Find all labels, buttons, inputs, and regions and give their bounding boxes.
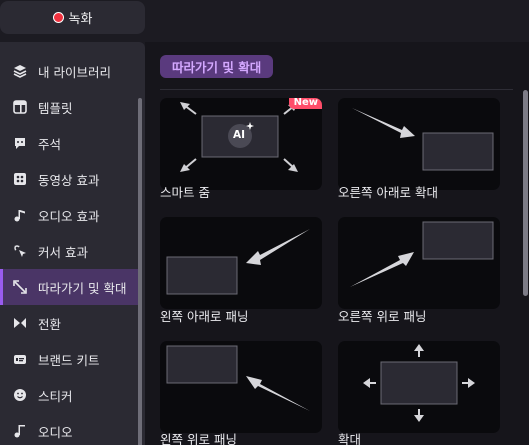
card-label: 확대 (338, 432, 362, 445)
zoom-in-preview (363, 344, 475, 422)
brand-kit-icon (12, 351, 28, 367)
card-label: 오른쪽 위로 패닝 (338, 309, 427, 324)
sidebar-item-templates[interactable]: 템플릿 (0, 89, 140, 125)
pan-bottom-left-preview (166, 229, 310, 295)
sidebar-item-label: 오디오 효과 (38, 208, 100, 224)
zoom-pan-icon (12, 279, 28, 295)
section-title: 따라가기 및 확대 (160, 55, 274, 78)
effect-card-zoom-in[interactable] (338, 341, 500, 433)
sidebar-item-video-effects[interactable]: 동영상 효과 (0, 161, 140, 197)
sidebar-item-cursor-effects[interactable]: 커서 효과 (0, 233, 140, 269)
smart-zoom-preview (180, 102, 298, 172)
sidebar-item-brand-kit[interactable]: 브랜드 키트 (0, 341, 140, 377)
sidebar-item-label: 스티커 (38, 388, 73, 404)
card-label: 스마트 줌 (160, 185, 210, 200)
sidebar-item-label: 주석 (38, 136, 62, 152)
template-icon (12, 99, 28, 115)
sidebar-item-transitions[interactable]: 전환 (0, 305, 140, 341)
zoom-bottom-right-preview (352, 108, 494, 171)
record-label: 녹화 (68, 12, 93, 27)
layers-icon (12, 63, 28, 79)
sidebar-item-label: 내 라이브러리 (38, 64, 111, 80)
section-divider (160, 89, 513, 90)
video-effect-icon (12, 171, 28, 187)
sidebar-item-audio-effects[interactable]: 오디오 효과 (0, 197, 140, 233)
sidebar-item-label: 브랜드 키트 (38, 352, 100, 368)
sidebar-item-label: 템플릿 (38, 100, 73, 116)
cursor-effect-icon (12, 243, 28, 259)
card-label: 왼쪽 위로 패닝 (160, 432, 237, 445)
sidebar-item-label: 오디오 (38, 424, 73, 440)
sidebar-item-label: 동영상 효과 (38, 172, 100, 188)
sidebar-item-audio[interactable]: 오디오 (0, 413, 140, 445)
card-label: 왼쪽 아래로 패닝 (160, 309, 249, 324)
panel-scrollbar[interactable] (523, 90, 528, 296)
record-button[interactable]: 녹화 (0, 1, 145, 34)
sidebar-item-label: 전환 (38, 316, 62, 332)
annotation-icon (12, 135, 28, 151)
music-note-icon (12, 207, 28, 223)
effect-card-pan-bottom-left[interactable] (160, 217, 322, 309)
pan-top-left-preview (166, 345, 310, 411)
pan-top-right-preview (350, 221, 494, 287)
record-icon (52, 12, 64, 23)
effects-panel: 따라가기 및 확대 AI New 스마트 줌 오른쪽 아래로 확대 왼쪽 아래로… (145, 42, 529, 445)
sidebar-item-label: 커서 효과 (38, 244, 88, 260)
audio-icon (12, 423, 28, 439)
sidebar-item-annotations[interactable]: 주석 (0, 125, 140, 161)
top-bar: 녹화 (0, 0, 529, 42)
sidebar-item-label: 따라가기 및 확대 (38, 280, 127, 296)
effect-card-zoom-bottom-right[interactable] (338, 98, 500, 190)
sticker-icon (12, 387, 28, 403)
effect-card-smart-zoom[interactable]: AI New (160, 98, 322, 190)
effect-card-pan-top-left[interactable] (160, 341, 322, 433)
card-label: 오른쪽 아래로 확대 (338, 185, 438, 200)
sidebar-item-my-library[interactable]: 내 라이브러리 (0, 53, 140, 89)
sidebar: 내 라이브러리 템플릿 주석 동영상 효과 오디오 효과 커서 효과 따라가기 … (0, 42, 145, 445)
sidebar-item-stickers[interactable]: 스티커 (0, 377, 140, 413)
sidebar-item-zoom-pan[interactable]: 따라가기 및 확대 (0, 269, 140, 305)
new-badge: New (288, 98, 322, 109)
effect-card-pan-top-right[interactable] (338, 217, 500, 309)
sidebar-scrollbar[interactable] (138, 98, 142, 445)
ai-label: AI (233, 129, 246, 141)
transition-icon (12, 315, 28, 331)
